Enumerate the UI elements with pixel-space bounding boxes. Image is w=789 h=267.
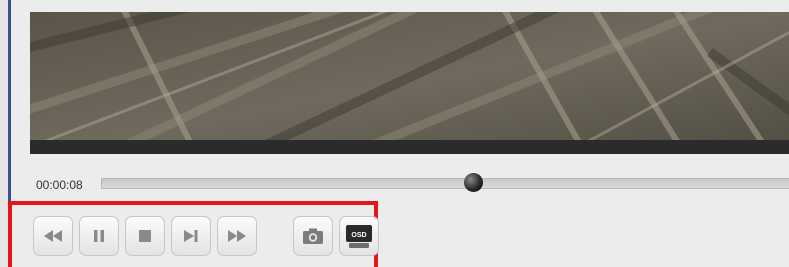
seek-bar[interactable] — [101, 178, 789, 189]
video-bottom-bar — [30, 140, 789, 154]
fast-forward-icon — [228, 230, 246, 242]
osd-label: OSD — [351, 232, 366, 239]
pause-button[interactable] — [79, 216, 119, 256]
fast-forward-button[interactable] — [217, 216, 257, 256]
osd-button[interactable]: OSD — [339, 216, 379, 256]
time-label: 00:00:08 — [36, 178, 83, 192]
stop-button[interactable] — [125, 216, 165, 256]
snapshot-button[interactable] — [293, 216, 333, 256]
step-forward-button[interactable] — [171, 216, 211, 256]
seek-thumb[interactable] — [463, 173, 483, 192]
osd-icon: OSD — [346, 225, 372, 248]
video-viewport — [30, 12, 789, 154]
rewind-button[interactable] — [33, 216, 73, 256]
step-forward-icon — [184, 230, 198, 242]
pause-icon — [94, 230, 104, 242]
video-frame — [30, 12, 789, 154]
stop-icon — [139, 230, 151, 242]
rewind-icon — [44, 230, 62, 242]
camera-icon — [303, 228, 323, 244]
